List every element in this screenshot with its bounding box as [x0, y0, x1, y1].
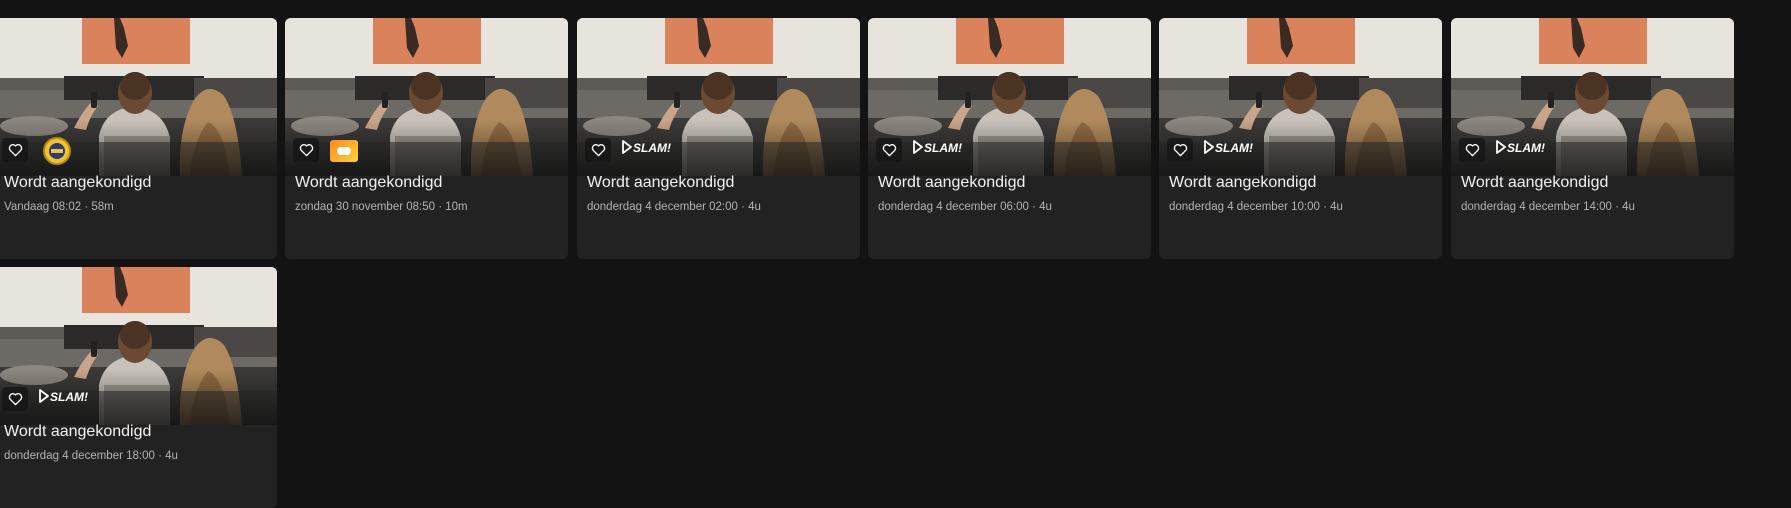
program-card[interactable]: Wordt aangekondigd donderdag 4 december … — [1159, 18, 1442, 259]
heart-outline-icon — [8, 392, 23, 406]
heart-outline-icon — [8, 143, 23, 157]
program-card[interactable]: Wordt aangekondigd donderdag 4 december … — [1451, 18, 1734, 259]
program-thumbnail[interactable] — [868, 18, 1151, 176]
heart-outline-icon — [299, 143, 314, 157]
program-title: Wordt aangekondigd — [1461, 174, 1609, 191]
program-meta: donderdag 4 december 10:00 · 4u — [1169, 201, 1343, 213]
program-card[interactable]: Wordt aangekondigd Vandaag 08:02 · 58m — [0, 18, 277, 259]
program-thumbnail[interactable] — [1451, 18, 1734, 176]
favorite-button[interactable] — [293, 138, 319, 162]
program-meta: donderdag 4 december 14:00 · 4u — [1461, 201, 1635, 213]
channel-logo-slam — [1496, 134, 1554, 160]
program-thumbnail[interactable] — [285, 18, 568, 176]
program-meta: donderdag 4 december 06:00 · 4u — [878, 201, 1052, 213]
program-title: Wordt aangekondigd — [878, 174, 1026, 191]
program-meta: donderdag 4 december 18:00 · 4u — [4, 450, 178, 462]
favorite-button[interactable] — [1459, 138, 1485, 162]
channel-logo-orange — [330, 138, 358, 164]
heart-outline-icon — [1465, 143, 1480, 157]
program-title: Wordt aangekondigd — [4, 174, 152, 191]
heart-outline-icon — [591, 143, 606, 157]
program-card[interactable]: Wordt aangekondigd donderdag 4 december … — [577, 18, 860, 259]
program-thumbnail[interactable] — [0, 18, 277, 176]
heart-outline-icon — [1173, 143, 1188, 157]
program-title: Wordt aangekondigd — [4, 423, 152, 440]
program-meta: Vandaag 08:02 · 58m — [4, 201, 114, 213]
program-card[interactable]: Wordt aangekondigd donderdag 4 december … — [868, 18, 1151, 259]
favorite-button[interactable] — [2, 387, 28, 411]
favorite-button[interactable] — [1167, 138, 1193, 162]
channel-logo-slam — [622, 134, 680, 160]
favorite-button[interactable] — [876, 138, 902, 162]
program-title: Wordt aangekondigd — [1169, 174, 1317, 191]
program-thumbnail[interactable] — [1159, 18, 1442, 176]
favorite-button[interactable] — [585, 138, 611, 162]
program-meta: donderdag 4 december 02:00 · 4u — [587, 201, 761, 213]
channel-logo-slam — [39, 383, 97, 409]
heart-outline-icon — [882, 143, 897, 157]
program-thumbnail[interactable] — [0, 267, 277, 425]
channel-logo-badge — [39, 137, 75, 165]
channel-logo-slam — [913, 134, 971, 160]
program-title: Wordt aangekondigd — [295, 174, 443, 191]
favorite-button[interactable] — [2, 138, 28, 162]
program-card[interactable]: Wordt aangekondigd zondag 30 november 08… — [285, 18, 568, 259]
channel-logo-slam — [1204, 134, 1262, 160]
program-meta: zondag 30 november 08:50 · 10m — [295, 201, 468, 213]
program-thumbnail[interactable] — [577, 18, 860, 176]
program-title: Wordt aangekondigd — [587, 174, 735, 191]
program-card[interactable]: Wordt aangekondigd donderdag 4 december … — [0, 267, 277, 508]
